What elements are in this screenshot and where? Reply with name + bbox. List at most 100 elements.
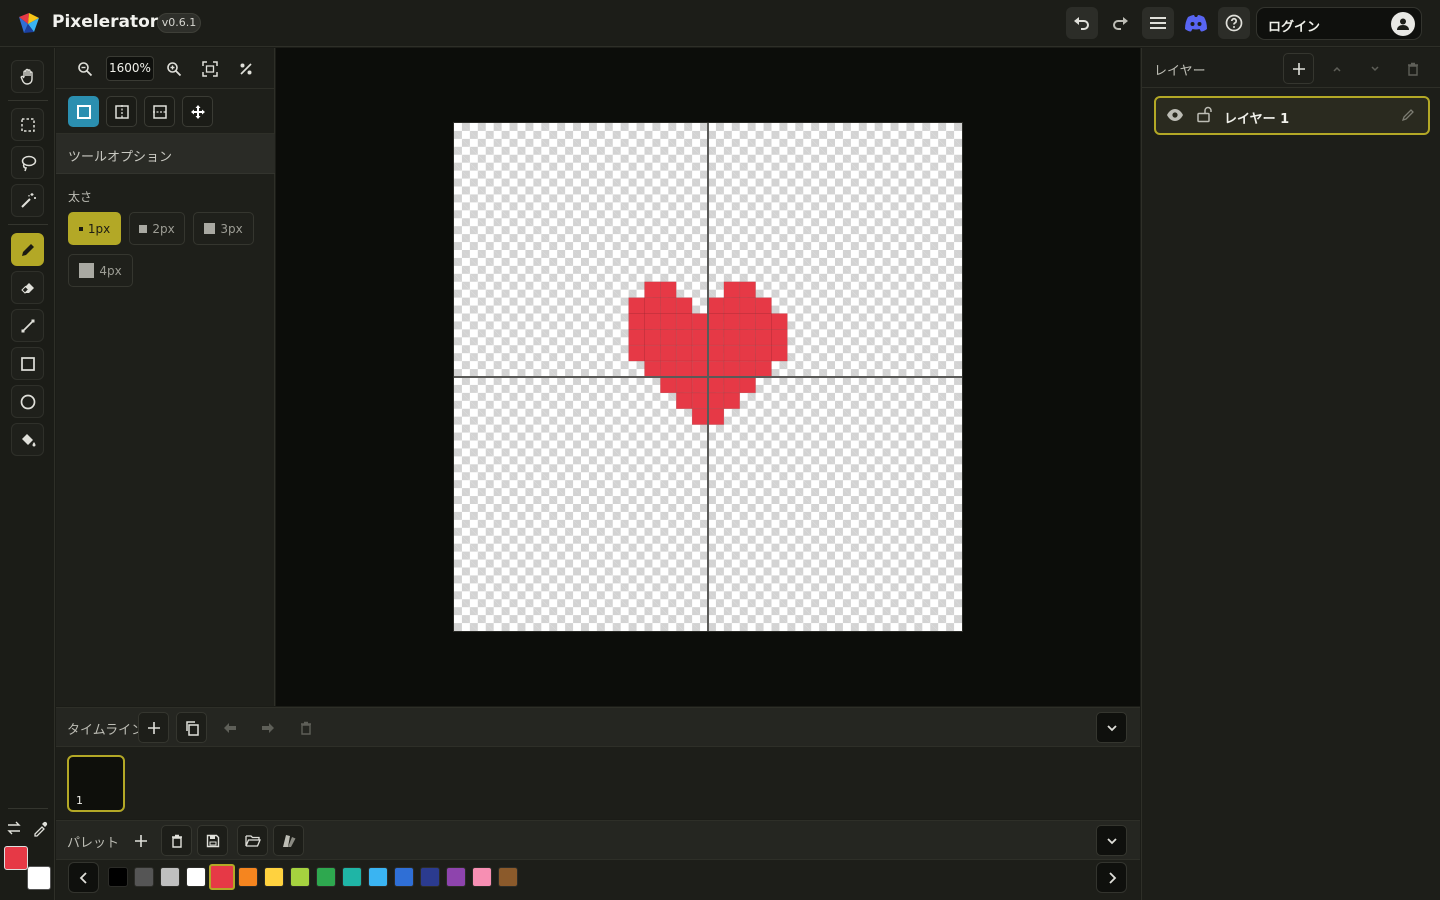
layer-item[interactable]: レイヤー 1	[1154, 96, 1430, 135]
pixel	[723, 297, 741, 314]
size-1px-button[interactable]: 1px	[68, 212, 121, 245]
collapse-palette-button[interactable]	[1096, 825, 1127, 856]
login-button[interactable]: ログイン	[1256, 7, 1422, 40]
pixel	[707, 344, 725, 362]
line-tool[interactable]	[11, 309, 44, 342]
move-frame-right-button[interactable]	[252, 712, 283, 743]
size-2px-button[interactable]: 2px	[129, 212, 185, 245]
hand-tool[interactable]	[11, 60, 44, 93]
primary-color-swatch[interactable]	[4, 846, 28, 870]
delete-layer-button[interactable]	[1397, 53, 1428, 84]
discord-button[interactable]	[1180, 7, 1212, 39]
redo-button[interactable]	[1104, 7, 1136, 39]
zoom-out-button[interactable]	[72, 56, 98, 82]
delete-frame-button[interactable]	[290, 712, 321, 743]
rectangle-tool[interactable]	[11, 347, 44, 380]
palette-swatch[interactable]	[394, 867, 414, 887]
size-dot-icon	[139, 224, 148, 233]
palette-swatch[interactable]	[342, 867, 362, 887]
palette-swatch[interactable]	[264, 867, 284, 887]
rect-select-tool[interactable]	[11, 108, 44, 141]
pixel	[691, 376, 709, 394]
palette-presets-button[interactable]	[273, 825, 304, 856]
drawing-canvas[interactable]	[454, 123, 962, 631]
bucket-icon	[19, 431, 37, 449]
arrow-right-icon	[261, 722, 275, 734]
brush-size-label: 太さ	[68, 190, 93, 204]
secondary-color-swatch[interactable]	[27, 866, 51, 890]
pixel	[660, 344, 677, 362]
discord-icon	[1184, 14, 1208, 32]
magic-wand-tool[interactable]	[11, 184, 44, 217]
palette-swatch[interactable]	[134, 867, 154, 887]
eraser-tool[interactable]	[11, 271, 44, 304]
palette-swatch[interactable]	[186, 867, 206, 887]
swap-colors-button[interactable]	[6, 821, 24, 837]
undo-button[interactable]	[1066, 7, 1098, 39]
palette-swatch[interactable]	[238, 867, 258, 887]
symmetry-both-button[interactable]	[182, 96, 213, 127]
layer-up-button[interactable]	[1321, 53, 1352, 84]
open-palette-button[interactable]	[237, 825, 268, 856]
menu-button[interactable]	[1142, 7, 1174, 39]
pixel	[691, 360, 709, 378]
delete-color-button[interactable]	[161, 825, 192, 856]
pencil-tool[interactable]	[11, 233, 44, 266]
square-icon	[76, 104, 92, 120]
palette-scroll-right-button[interactable]	[1096, 862, 1127, 893]
help-button[interactable]	[1218, 7, 1250, 39]
symmetry-controls	[56, 89, 275, 134]
pixel	[707, 376, 725, 394]
user-avatar-icon	[1391, 12, 1415, 36]
symmetry-none-button[interactable]	[68, 96, 99, 127]
chevron-right-icon	[1107, 871, 1117, 884]
zoom-in-button[interactable]	[161, 56, 187, 82]
palette-swatch[interactable]	[316, 867, 336, 887]
pixel	[707, 360, 725, 378]
layers-title: レイヤー	[1154, 64, 1206, 79]
lasso-tool[interactable]	[11, 146, 44, 179]
size-4px-button[interactable]: 4px	[68, 254, 133, 287]
symmetry-horizontal-button[interactable]	[144, 96, 175, 127]
line-icon	[20, 318, 36, 334]
rect-select-icon	[20, 117, 36, 133]
palette-swatch[interactable]	[290, 867, 310, 887]
zoom-percent-button[interactable]	[233, 56, 259, 82]
palette-swatch[interactable]	[160, 867, 180, 887]
palette-swatch[interactable]	[420, 867, 440, 887]
palette-swatch[interactable]	[446, 867, 466, 887]
size-3px-button[interactable]: 3px	[193, 212, 254, 245]
duplicate-frame-button[interactable]	[176, 712, 207, 743]
palette-swatch[interactable]	[368, 867, 388, 887]
eyedropper-button[interactable]	[32, 821, 50, 837]
save-palette-button[interactable]	[197, 825, 228, 856]
palette-swatch[interactable]	[209, 864, 235, 890]
collapse-timeline-button[interactable]	[1096, 712, 1127, 743]
redo-icon	[1111, 14, 1129, 32]
palette-swatch[interactable]	[498, 867, 518, 887]
add-layer-button[interactable]	[1283, 53, 1314, 84]
palette-swatch[interactable]	[472, 867, 492, 887]
bucket-tool[interactable]	[11, 423, 44, 456]
plus-icon	[1292, 62, 1306, 76]
palette-scroll-left-button[interactable]	[68, 862, 99, 893]
palette-swatch[interactable]	[108, 867, 128, 887]
fit-screen-button[interactable]	[197, 56, 223, 82]
layer-down-button[interactable]	[1359, 53, 1390, 84]
add-color-button[interactable]	[125, 825, 156, 856]
frame-thumbnail[interactable]: 1	[67, 755, 125, 812]
timeline-title: タイムライン	[67, 723, 145, 738]
pixel	[707, 297, 725, 314]
vertical-mirror-icon	[114, 104, 130, 120]
rename-pencil-icon[interactable]	[1401, 108, 1415, 122]
unlock-icon[interactable]	[1196, 106, 1212, 123]
trash-icon	[299, 721, 313, 735]
move-frame-left-button[interactable]	[214, 712, 245, 743]
symmetry-vertical-button[interactable]	[106, 96, 137, 127]
pixel	[628, 313, 645, 330]
add-frame-button[interactable]	[138, 712, 169, 743]
ellipse-tool[interactable]	[11, 385, 44, 418]
eye-icon[interactable]	[1166, 108, 1184, 122]
hand-icon	[19, 68, 37, 86]
zoom-level[interactable]: 1600%	[106, 56, 154, 81]
